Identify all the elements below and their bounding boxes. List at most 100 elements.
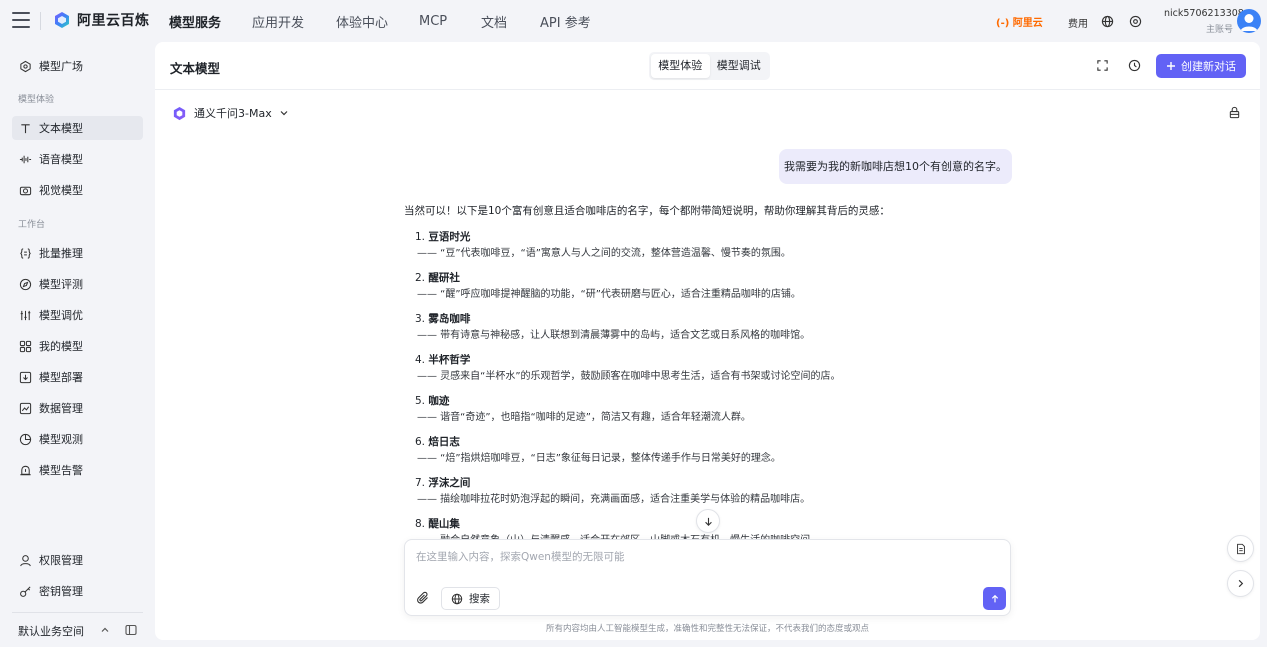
sidebar-item-label: 权限管理	[39, 554, 83, 567]
compass-icon	[19, 278, 32, 290]
collapse-sidebar-icon[interactable]	[125, 624, 137, 636]
document-icon	[1236, 543, 1245, 554]
chevron-up-icon[interactable]	[100, 625, 110, 635]
sidebar-item-data-management[interactable]: 数据管理	[12, 396, 143, 420]
sidebar-item-label: 模型调优	[39, 309, 83, 322]
sidebar-group-workbench: 工作台	[18, 220, 46, 230]
nav-experience-center[interactable]: 体验中心	[336, 12, 388, 31]
item-desc: —— 谐音“奇迹”，也暗指“咖啡的足迹”，简洁又有趣，适合年轻潮流人群。	[417, 412, 751, 423]
fee-link[interactable]: 费用	[1068, 15, 1088, 30]
chat-input-box: 搜索	[404, 539, 1011, 616]
sliders-icon	[20, 310, 31, 320]
key-icon	[20, 585, 31, 597]
user-message: 我需要为我的新咖啡店想10个有创意的名字。	[779, 149, 1012, 184]
lock-icon[interactable]	[1228, 106, 1241, 119]
chevron-right-icon	[1238, 579, 1244, 588]
sidebar-item-label: 视觉模型	[39, 184, 83, 197]
sidebar-item-model-alert[interactable]: 模型告警	[12, 458, 143, 482]
globe-icon[interactable]	[1101, 15, 1114, 28]
assistant-message: 当然可以！以下是10个富有创意且适合咖啡店的名字，每个都附带简短说明，帮助你理解…	[404, 203, 904, 540]
nav-mcp[interactable]: MCP	[419, 14, 447, 29]
item-title: 雾岛咖啡	[428, 313, 471, 325]
account-info[interactable]: nick5706213308 主账号	[1164, 8, 1244, 35]
nav-api-reference[interactable]: API 参考	[540, 12, 591, 31]
item-desc: —— “醒”呼应咖啡提神醒脑的功能，“研”代表研磨与匠心，适合注重精品咖啡的店铺…	[417, 289, 801, 300]
tab-model-experience[interactable]: 模型体验	[651, 54, 710, 78]
item-title: 半杯哲学	[428, 354, 471, 366]
nav-docs[interactable]: 文档	[481, 12, 507, 31]
aliyun-logo[interactable]: (-) 阿里云	[996, 14, 1043, 29]
document-float-button[interactable]	[1227, 535, 1254, 562]
new-chat-button[interactable]: 创建新对话	[1156, 54, 1246, 78]
item-number: 5.	[415, 395, 426, 407]
web-search-toggle[interactable]: 搜索	[441, 587, 500, 610]
scroll-to-bottom-button[interactable]	[696, 509, 720, 533]
item-number: 2.	[415, 272, 426, 284]
divider	[12, 612, 143, 613]
sidebar-item-model-deploy[interactable]: 模型部署	[12, 365, 143, 389]
sidebar-item-label: 语音模型	[39, 153, 83, 166]
sidebar-item-key-management[interactable]: 密钥管理	[12, 579, 143, 603]
list-item: 3. 雾岛咖啡 —— 带有诗意与神秘感，让人联想到清晨薄雾中的岛屿，适合文艺或日系…	[404, 311, 904, 352]
sidebar-item-vision-model[interactable]: 视觉模型	[12, 178, 143, 202]
paperclip-icon[interactable]	[416, 591, 430, 605]
settings-icon[interactable]	[1129, 15, 1142, 28]
user-icon	[20, 554, 31, 566]
tab-model-debug[interactable]: 模型调试	[710, 54, 769, 78]
answer-intro: 当然可以！以下是10个富有创意且适合咖啡店的名字，每个都附带简短说明，帮助你理解…	[404, 205, 890, 217]
send-button[interactable]	[983, 587, 1006, 610]
model-square-icon	[20, 60, 31, 72]
list-item: 4. 半杯哲学 —— 灵感来自“半杯水”的乐观哲学，鼓励顾客在咖啡中思考生活，适合…	[404, 352, 904, 393]
sidebar-item-label: 我的模型	[39, 340, 83, 353]
model-selector[interactable]: 通义千问3-Max	[172, 105, 289, 121]
sidebar-item-label: 批量推理	[39, 247, 83, 260]
fullscreen-icon[interactable]	[1096, 59, 1109, 72]
user-avatar-icon	[1240, 14, 1258, 31]
top-bar: 阿里云百炼 模型服务 应用开发 体验中心 MCP 文档 API 参考 (-) 阿…	[0, 0, 1267, 42]
sidebar-item-label: 模型观测	[39, 433, 83, 446]
pie-icon	[19, 433, 32, 445]
main-header: 文本模型 模型体验 模型调试 创建新对话	[155, 42, 1260, 90]
deploy-icon	[19, 371, 32, 383]
item-title: 豆语时光	[428, 231, 471, 243]
arrow-up-icon	[991, 594, 998, 602]
sidebar-item-label: 模型部署	[39, 371, 83, 384]
item-title: 浮沫之间	[428, 477, 471, 489]
sidebar-item-label: 模型告警	[39, 464, 83, 477]
nav-model-service[interactable]: 模型服务	[169, 12, 221, 31]
sidebar: 模型广场 模型体验 文本模型 语音模型 视觉模型 工作台 批量推理 模型评测 模…	[0, 42, 155, 647]
chart-icon	[19, 402, 32, 414]
camera-icon	[19, 186, 32, 195]
nav-app-dev[interactable]: 应用开发	[252, 12, 304, 31]
sidebar-item-label: 文本模型	[39, 122, 83, 135]
item-title: 焙日志	[428, 436, 460, 448]
list-item: 6. 焙日志 —— “焙”指烘焙咖啡豆，“日志”象征每日记录，整体传递手作与日常美…	[404, 434, 904, 475]
avatar[interactable]	[1237, 9, 1261, 33]
sidebar-item-model-tuning[interactable]: 模型调优	[12, 303, 143, 327]
sidebar-item-batch-inference[interactable]: 批量推理	[12, 241, 143, 265]
history-icon[interactable]	[1128, 59, 1141, 72]
chevron-down-icon	[280, 111, 288, 116]
item-number: 3.	[415, 313, 426, 325]
brand-logo[interactable]: 阿里云百炼	[53, 10, 150, 30]
sidebar-item-model-eval[interactable]: 模型评测	[12, 272, 143, 296]
item-number: 4.	[415, 354, 426, 366]
sidebar-item-my-models[interactable]: 我的模型	[12, 334, 143, 358]
divider	[40, 12, 41, 30]
web-search-label: 搜索	[469, 593, 490, 605]
sidebar-item-label: 密钥管理	[39, 585, 83, 598]
sidebar-item-model-observe[interactable]: 模型观测	[12, 427, 143, 451]
sidebar-item-text-model[interactable]: 文本模型	[12, 116, 143, 140]
item-title: 醍山集	[428, 518, 460, 530]
sidebar-item-model-square[interactable]: 模型广场	[12, 54, 143, 78]
expand-float-button[interactable]	[1227, 570, 1254, 597]
sidebar-item-permissions[interactable]: 权限管理	[12, 548, 143, 572]
menu-icon[interactable]	[12, 12, 30, 28]
chat-input[interactable]	[416, 549, 996, 569]
brand-name: 阿里云百炼	[77, 13, 150, 29]
workspace-selector[interactable]: 默认业务空间	[18, 623, 84, 639]
item-desc: —— 带有诗意与神秘感，让人联想到清晨薄雾中的岛屿，适合文艺或日系风格的咖啡馆。	[417, 330, 811, 341]
arrow-down-icon	[704, 517, 712, 526]
sidebar-item-voice-model[interactable]: 语音模型	[12, 147, 143, 171]
account-role: 主账号	[1205, 25, 1233, 35]
